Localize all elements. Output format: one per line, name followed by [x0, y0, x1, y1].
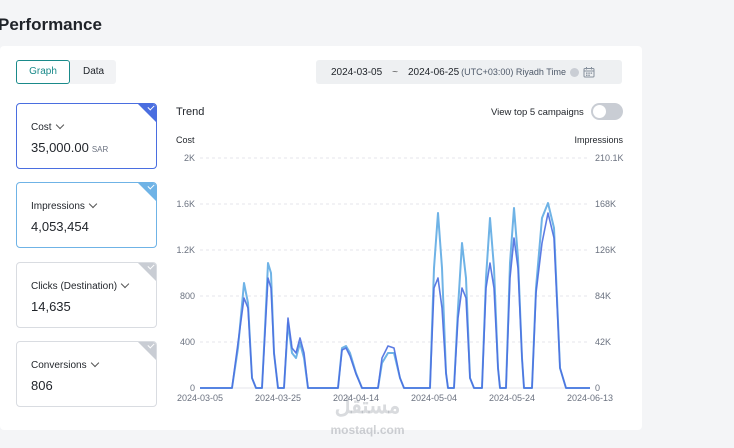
left-tick-label: 400	[180, 337, 195, 347]
metric-card-conversions[interactable]: Conversions 806	[16, 341, 157, 407]
right-tick-label: 84K	[595, 291, 611, 301]
metric-label[interactable]: Clicks (Destination)	[31, 279, 130, 292]
page-title: Performance	[0, 15, 102, 34]
metric-value: 806	[31, 378, 53, 393]
chart-title: Trend	[176, 106, 205, 118]
date-range-picker[interactable]: 2024-03-05 ~ 2024-06-25 (UTC+03:00) Riya…	[316, 60, 622, 84]
right-tick-label: 126K	[595, 245, 616, 255]
date-start: 2024-03-05	[331, 66, 383, 78]
x-tick-label: 2024-03-25	[255, 393, 301, 403]
x-tick-label: 2024-05-04	[411, 393, 457, 403]
tab-data[interactable]: Data	[70, 60, 116, 84]
chevron-down-icon	[120, 279, 130, 289]
series-line-cost	[200, 212, 590, 389]
calendar-icon[interactable]	[583, 66, 595, 78]
right-tick-label: 0	[595, 383, 600, 393]
info-icon[interactable]	[569, 67, 579, 77]
x-tick-label: 2024-06-13	[567, 393, 613, 403]
x-tick-label: 2024-03-05	[177, 393, 223, 403]
toggle-knob	[593, 105, 606, 118]
chevron-down-icon	[90, 358, 99, 368]
left-tick-label: 1.2K	[176, 245, 195, 255]
metric-label[interactable]: Impressions	[31, 199, 98, 212]
left-tick-label: 800	[180, 291, 195, 301]
left-tick-label: 0	[190, 383, 195, 393]
left-axis-title: Cost	[176, 135, 195, 145]
right-tick-label: 42K	[595, 337, 611, 347]
metric-value: 14,635	[31, 299, 71, 314]
metric-value: 4,053,454	[31, 219, 89, 234]
top-campaigns-toggle[interactable]	[591, 103, 623, 120]
right-axis-title: Impressions	[574, 135, 623, 145]
metric-value: 35,000.00 SAR	[31, 140, 109, 155]
metric-label[interactable]: Cost	[31, 120, 64, 133]
date-separator: ~	[392, 66, 398, 78]
metric-unit: SAR	[91, 145, 109, 154]
right-tick-label: 168K	[595, 199, 616, 209]
metric-label[interactable]: Conversions	[31, 358, 99, 371]
metric-card-clicks[interactable]: Clicks (Destination) 14,635	[16, 262, 157, 328]
tab-graph[interactable]: Graph	[16, 60, 70, 84]
metric-card-cost[interactable]: Cost 35,000.00 SAR	[16, 103, 157, 169]
view-toggle: Graph Data	[16, 60, 116, 84]
x-tick-label: 2024-04-14	[333, 393, 379, 403]
x-tick-label: 2024-05-24	[489, 393, 535, 403]
metric-card-impressions[interactable]: Impressions 4,053,454	[16, 182, 157, 248]
right-tick-label: 210.1K	[595, 153, 624, 163]
left-tick-label: 2K	[184, 153, 195, 163]
chevron-down-icon	[55, 120, 64, 130]
trend-chart: 0 0 400 42K 800 84K 1.2K 126K 1.6K 168K 2K 210.1K 20…	[176, 153, 624, 403]
top-campaigns-label: View top 5 campaigns	[491, 107, 584, 118]
date-end: 2024-06-25	[408, 66, 460, 78]
timezone-label: (UTC+03:00) Riyadh Time	[461, 67, 566, 77]
left-tick-label: 1.6K	[176, 199, 195, 209]
chevron-down-icon	[88, 199, 98, 209]
